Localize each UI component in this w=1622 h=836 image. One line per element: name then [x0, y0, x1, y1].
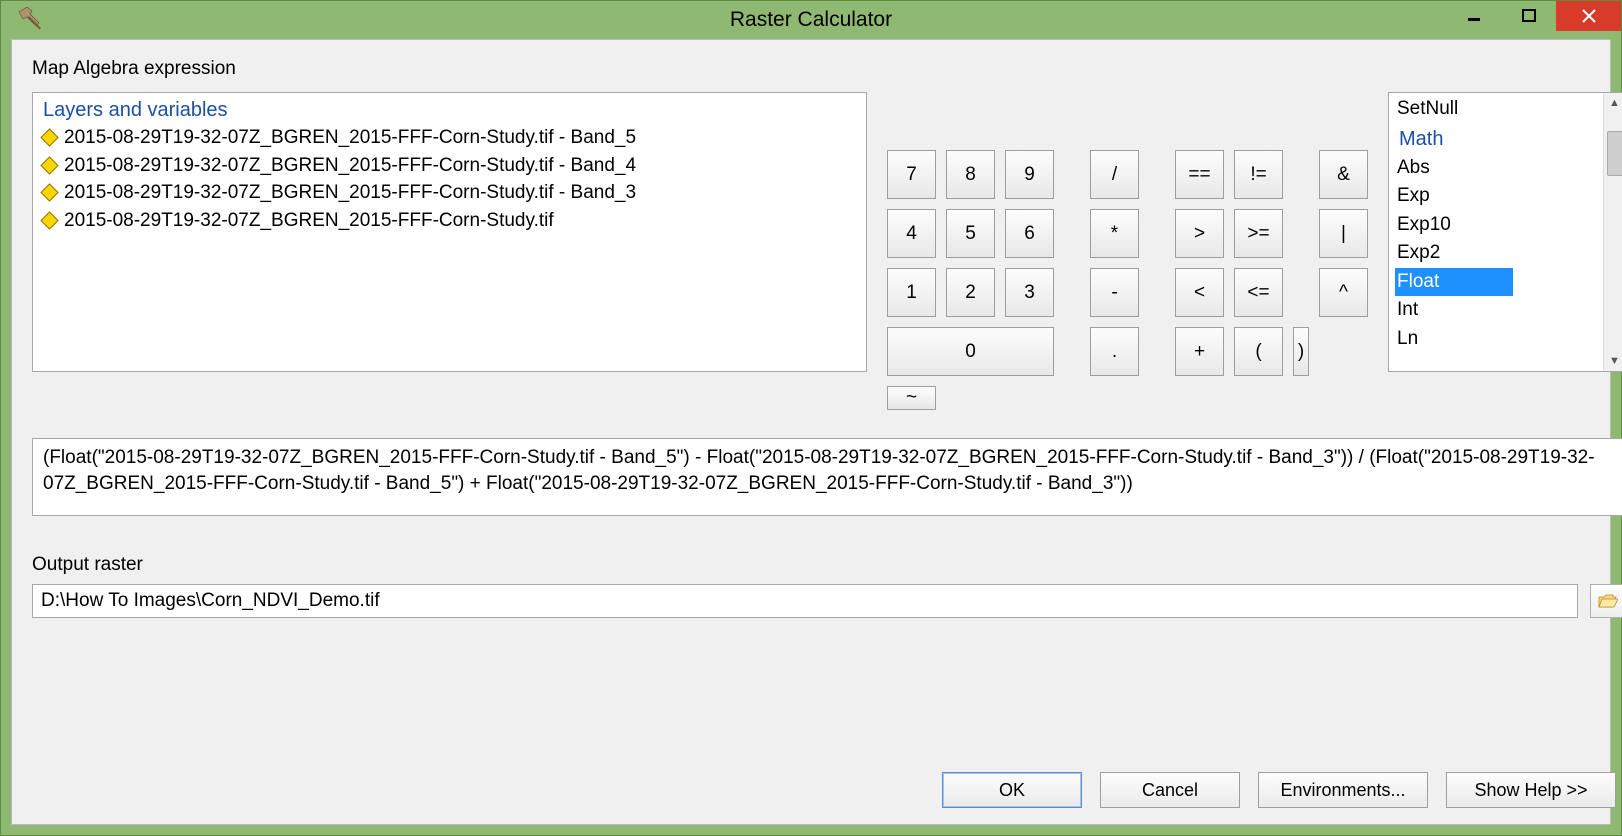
key-7[interactable]: 7: [887, 150, 936, 199]
minimize-button[interactable]: [1446, 1, 1501, 31]
show-help-button[interactable]: Show Help >>: [1446, 772, 1616, 808]
key-multiply[interactable]: *: [1090, 209, 1139, 258]
cancel-button[interactable]: Cancel: [1100, 772, 1240, 808]
layer-item[interactable]: 2015-08-29T19-32-07Z_BGREN_2015-FFF-Corn…: [43, 124, 856, 152]
browse-button[interactable]: [1590, 584, 1622, 618]
function-scrollbar[interactable]: ▲ ▼: [1603, 93, 1622, 371]
section-label: Map Algebra expression: [32, 58, 1622, 80]
raster-calculator-window: Raster Calculator Map Algebra expression…: [0, 0, 1622, 836]
key-lt[interactable]: <: [1175, 268, 1224, 317]
key-lte[interactable]: <=: [1234, 268, 1283, 317]
layer-label: 2015-08-29T19-32-07Z_BGREN_2015-FFF-Corn…: [64, 207, 554, 235]
environments-button[interactable]: Environments...: [1258, 772, 1428, 808]
function-item[interactable]: SetNull: [1395, 95, 1603, 124]
function-item[interactable]: Int: [1395, 296, 1603, 325]
key-lparen[interactable]: (: [1234, 327, 1283, 376]
key-0[interactable]: 0: [887, 327, 1054, 376]
key-plus[interactable]: +: [1175, 327, 1224, 376]
key-3[interactable]: 3: [1005, 268, 1054, 317]
output-path-input[interactable]: [32, 584, 1578, 618]
client-area: Map Algebra expression Layers and variab…: [11, 39, 1611, 825]
key-and[interactable]: &: [1319, 150, 1368, 199]
key-not[interactable]: ~: [887, 386, 936, 410]
function-item[interactable]: Abs: [1395, 154, 1603, 183]
key-1[interactable]: 1: [887, 268, 936, 317]
title-bar: Raster Calculator: [1, 1, 1621, 39]
layer-item[interactable]: 2015-08-29T19-32-07Z_BGREN_2015-FFF-Corn…: [43, 152, 856, 180]
key-dot[interactable]: .: [1090, 327, 1139, 376]
layers-list[interactable]: Layers and variables 2015-08-29T19-32-07…: [32, 92, 867, 372]
expression-input[interactable]: (Float("2015-08-29T19-32-07Z_BGREN_2015-…: [32, 438, 1622, 516]
key-eq[interactable]: ==: [1175, 150, 1224, 199]
scroll-up-icon[interactable]: ▲: [1604, 97, 1622, 109]
key-minus[interactable]: -: [1090, 268, 1139, 317]
window-title: Raster Calculator: [1, 8, 1621, 32]
hammer-icon: [17, 7, 45, 35]
operator-keypad: 7 8 9 / == != & 4 5 6 * >: [887, 150, 1368, 410]
key-divide[interactable]: /: [1090, 150, 1139, 199]
key-9[interactable]: 9: [1005, 150, 1054, 199]
function-item[interactable]: Exp: [1395, 182, 1603, 211]
key-xor[interactable]: ^: [1319, 268, 1368, 317]
dialog-buttons: OK Cancel Environments... Show Help >>: [942, 772, 1616, 808]
layer-icon: [40, 211, 58, 229]
key-8[interactable]: 8: [946, 150, 995, 199]
layer-item[interactable]: 2015-08-29T19-32-07Z_BGREN_2015-FFF-Corn…: [43, 179, 856, 207]
folder-open-icon: [1598, 593, 1618, 609]
output-label: Output raster: [32, 554, 1622, 576]
key-rparen[interactable]: ): [1293, 327, 1309, 376]
key-4[interactable]: 4: [887, 209, 936, 258]
maximize-button[interactable]: [1501, 1, 1556, 31]
scroll-down-icon[interactable]: ▼: [1604, 355, 1622, 367]
function-item[interactable]: Exp2: [1395, 239, 1603, 268]
key-6[interactable]: 6: [1005, 209, 1054, 258]
layer-label: 2015-08-29T19-32-07Z_BGREN_2015-FFF-Corn…: [64, 152, 636, 180]
layers-header: Layers and variables: [43, 99, 856, 122]
layer-icon: [40, 156, 58, 174]
key-gte[interactable]: >=: [1234, 209, 1283, 258]
function-item[interactable]: Exp10: [1395, 211, 1603, 240]
function-list[interactable]: SetNull Math Abs Exp Exp10 Exp2 Float In…: [1388, 92, 1622, 372]
key-2[interactable]: 2: [946, 268, 995, 317]
layer-label: 2015-08-29T19-32-07Z_BGREN_2015-FFF-Corn…: [64, 179, 636, 207]
function-item[interactable]: Ln: [1395, 325, 1603, 354]
key-gt[interactable]: >: [1175, 209, 1224, 258]
layer-icon: [40, 184, 58, 202]
function-category: Math: [1395, 124, 1603, 154]
close-button[interactable]: [1556, 1, 1621, 31]
key-or[interactable]: |: [1319, 209, 1368, 258]
scroll-thumb[interactable]: [1607, 131, 1622, 176]
key-neq[interactable]: !=: [1234, 150, 1283, 199]
layer-label: 2015-08-29T19-32-07Z_BGREN_2015-FFF-Corn…: [64, 124, 636, 152]
function-item-selected[interactable]: Float: [1395, 268, 1513, 297]
layer-item[interactable]: 2015-08-29T19-32-07Z_BGREN_2015-FFF-Corn…: [43, 207, 856, 235]
ok-button[interactable]: OK: [942, 772, 1082, 808]
layer-icon: [40, 129, 58, 147]
key-5[interactable]: 5: [946, 209, 995, 258]
